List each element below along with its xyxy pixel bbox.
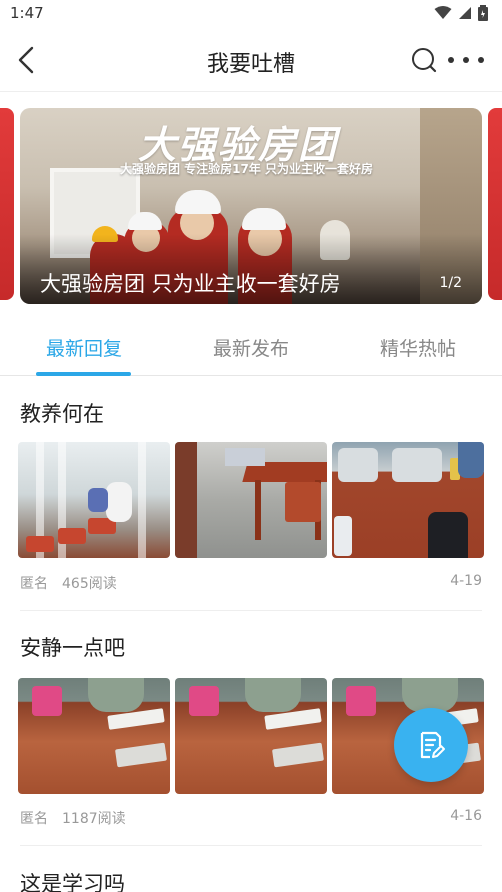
post-author: 匿名 [20,576,48,592]
post-read-count: 1187阅读 [62,811,126,827]
compose-post-button[interactable] [394,708,468,782]
post-meta: 匿名 1187阅读 [20,808,126,828]
more-dots-icon [448,57,454,63]
search-button[interactable] [410,46,438,74]
more-button[interactable] [448,50,484,70]
banner-carousel[interactable]: 大强验房团 大强验房团 专注验房17年 只为业主收一套好房 大强验房团 只为业主… [0,104,502,304]
post-image[interactable] [175,678,327,794]
more-dots-icon [478,57,484,63]
status-time: 1:47 [10,4,44,22]
tab-latest-reply[interactable]: 最新回复 [34,334,134,361]
wifi-icon [434,6,452,19]
post-date: 4-16 [450,808,482,824]
banner-photo-helmet [128,212,162,230]
divider [20,610,482,611]
banner-subline: 大强验房团 专注验房17年 只为业主收一套好房 [120,162,374,176]
post-image[interactable] [18,678,170,794]
post-image[interactable] [332,442,484,558]
banner-photo-helmet [175,190,221,214]
search-icon [412,48,437,73]
banner-next-slide[interactable] [488,108,502,300]
list-item[interactable]: 教养何在 匿名 465阅读 4-19 [0,376,502,612]
post-images [18,442,484,558]
post-title: 这是学习吗 [20,872,125,892]
tab-bar: 最新回复 最新发布 精华热帖 [0,318,502,376]
banner-photo-helmet [242,208,286,230]
signal-icon [459,7,471,19]
tab-latest-posts[interactable]: 最新发布 [201,334,301,361]
battery-icon [478,5,488,21]
more-dots-icon [463,57,469,63]
post-read-count: 465阅读 [62,576,117,592]
list-item[interactable]: 这是学习吗 [0,848,502,892]
post-meta: 匿名 465阅读 [20,573,117,593]
banner-slide[interactable]: 大强验房团 大强验房团 专注验房17年 只为业主收一套好房 大强验房团 只为业主… [20,108,482,304]
post-image[interactable] [18,442,170,558]
edit-note-icon [420,731,445,759]
app-header: 我要吐槽 [0,30,502,92]
banner-prev-slide[interactable] [0,108,14,300]
post-title: 安静一点吧 [20,636,125,660]
post-image[interactable] [175,442,327,558]
post-date: 4-19 [450,573,482,589]
banner-caption: 大强验房团 只为业主收一套好房 [40,272,341,296]
post-title: 教养何在 [20,402,104,426]
banner-page-indicator: 1/2 [439,275,462,291]
status-icons [434,5,488,21]
divider [20,845,482,846]
tab-featured[interactable]: 精华热帖 [368,334,468,361]
post-author: 匿名 [20,811,48,827]
status-bar: 1:47 [0,0,502,28]
